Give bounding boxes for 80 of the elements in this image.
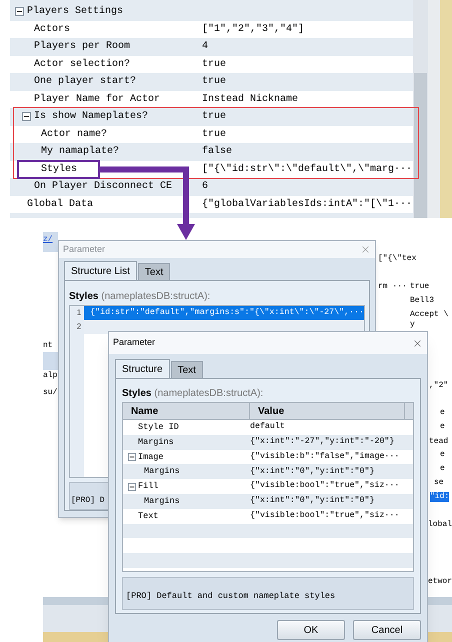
property-value: {"x:int":"-27","y:int":"-20"} <box>250 436 394 448</box>
tab[interactable]: Structure <box>115 359 170 378</box>
property-name: Players per Room <box>34 40 130 54</box>
text-fragment: se <box>434 478 444 488</box>
text-fragment: Bell3 <box>410 296 434 306</box>
property-name: Margins <box>138 436 174 449</box>
text-fragment: su/ <box>43 387 58 399</box>
property-name: Global Data <box>27 198 94 212</box>
property-value: {"visible:bool":"true","siz··· <box>250 510 400 522</box>
property-value: Instead Nickname <box>202 92 298 107</box>
text-fragment: ["{\"tex <box>378 254 416 264</box>
property-value: ["1","2","3","4"] <box>202 22 304 37</box>
collapse-icon[interactable] <box>128 482 136 491</box>
text-fragment: ,"2" <box>429 381 448 391</box>
field-label: Styles (nameplatesDB:structA): <box>122 387 264 401</box>
property-name: Is show Nameplates? <box>34 110 148 124</box>
collapse-icon[interactable] <box>128 452 136 461</box>
property-name: Styles <box>41 162 78 177</box>
property-name: Player Name for Actor <box>34 92 160 107</box>
text-fragment: etwor <box>428 577 452 587</box>
text-fragment: e <box>440 450 445 460</box>
text-fragment: tead <box>429 437 448 447</box>
tab[interactable]: Text <box>170 361 203 378</box>
scrollbar[interactable] <box>413 0 428 218</box>
property-value: {"x:int":"0","y:int":"0"} <box>250 495 374 508</box>
text-fragment: Accept \ <box>410 310 448 320</box>
close-icon[interactable] <box>412 338 423 348</box>
property-value: true <box>202 75 226 90</box>
text-fragment: y <box>410 320 415 330</box>
line-number: 2 <box>76 321 82 334</box>
property-value: true <box>202 128 226 142</box>
property-name: Players Settings <box>27 4 124 20</box>
property-name: One player start? <box>34 74 136 90</box>
collapse-icon[interactable] <box>22 112 31 122</box>
property-value: {"x:int":"0","y:int":"0"} <box>250 466 374 478</box>
column-header[interactable]: Value <box>250 403 405 419</box>
text-fragment: e <box>440 408 445 418</box>
property-name: Margins <box>144 465 180 478</box>
property-name: On Player Disconnect CE <box>34 180 172 194</box>
dialog-button[interactable]: OK <box>277 620 345 640</box>
text-fragment: nt <box>43 340 53 352</box>
text-fragment: e <box>440 422 445 432</box>
list-row[interactable]: {"id:str":"default","margins:s":"{\"x:int\":\"-27\",··· <box>84 306 364 320</box>
property-name: Image <box>138 450 164 464</box>
collapse-icon[interactable] <box>15 7 24 16</box>
text-fragment: lobal <box>428 520 452 530</box>
property-value: true <box>202 58 226 72</box>
property-value: {"visible:b":"false","image··· <box>250 450 400 463</box>
property-value: 6 <box>202 180 208 194</box>
property-name: Fill <box>138 480 158 493</box>
property-value: true <box>202 110 226 124</box>
property-name: Actor selection? <box>34 58 130 72</box>
property-name: Actors <box>34 22 70 37</box>
property-value: {"visible:bool":"true","siz··· <box>250 480 400 492</box>
text-fragment: alp <box>43 370 58 382</box>
property-name: Text <box>138 510 158 523</box>
property-name: My namaplate? <box>41 144 120 160</box>
window-title: Parameter <box>113 336 156 350</box>
description-text: [PRO] Default and custom nameplate styles <box>126 591 336 601</box>
tab[interactable]: Text <box>138 263 170 280</box>
property-value: false <box>202 144 232 160</box>
property-value: ["{\"id:str\":\"default\",\"marg··· <box>202 162 412 177</box>
description-text: [PRO] D <box>71 496 105 506</box>
text-fragment: e <box>440 464 445 474</box>
dialog-button[interactable]: Cancel <box>353 620 421 640</box>
property-value: {"globalVariablesIds:intA":"[\"1··· <box>202 198 412 212</box>
property-name: Actor name? <box>41 128 108 142</box>
field-label: Styles (nameplatesDB:structA): <box>69 290 212 304</box>
column-header[interactable]: Name <box>123 403 250 419</box>
window-title: Parameter <box>63 242 106 256</box>
text-fragment: rm ··· <box>378 282 407 292</box>
line-number: 1 <box>76 307 82 320</box>
property-value: default <box>250 421 285 434</box>
property-name: Margins <box>144 495 180 508</box>
property-name: Style ID <box>138 421 179 434</box>
text-fragment: "id: <box>430 492 450 502</box>
close-icon[interactable] <box>360 244 371 256</box>
text-fragment: true <box>410 282 430 292</box>
tab[interactable]: Structure List <box>64 261 137 280</box>
property-value: 4 <box>202 40 208 54</box>
